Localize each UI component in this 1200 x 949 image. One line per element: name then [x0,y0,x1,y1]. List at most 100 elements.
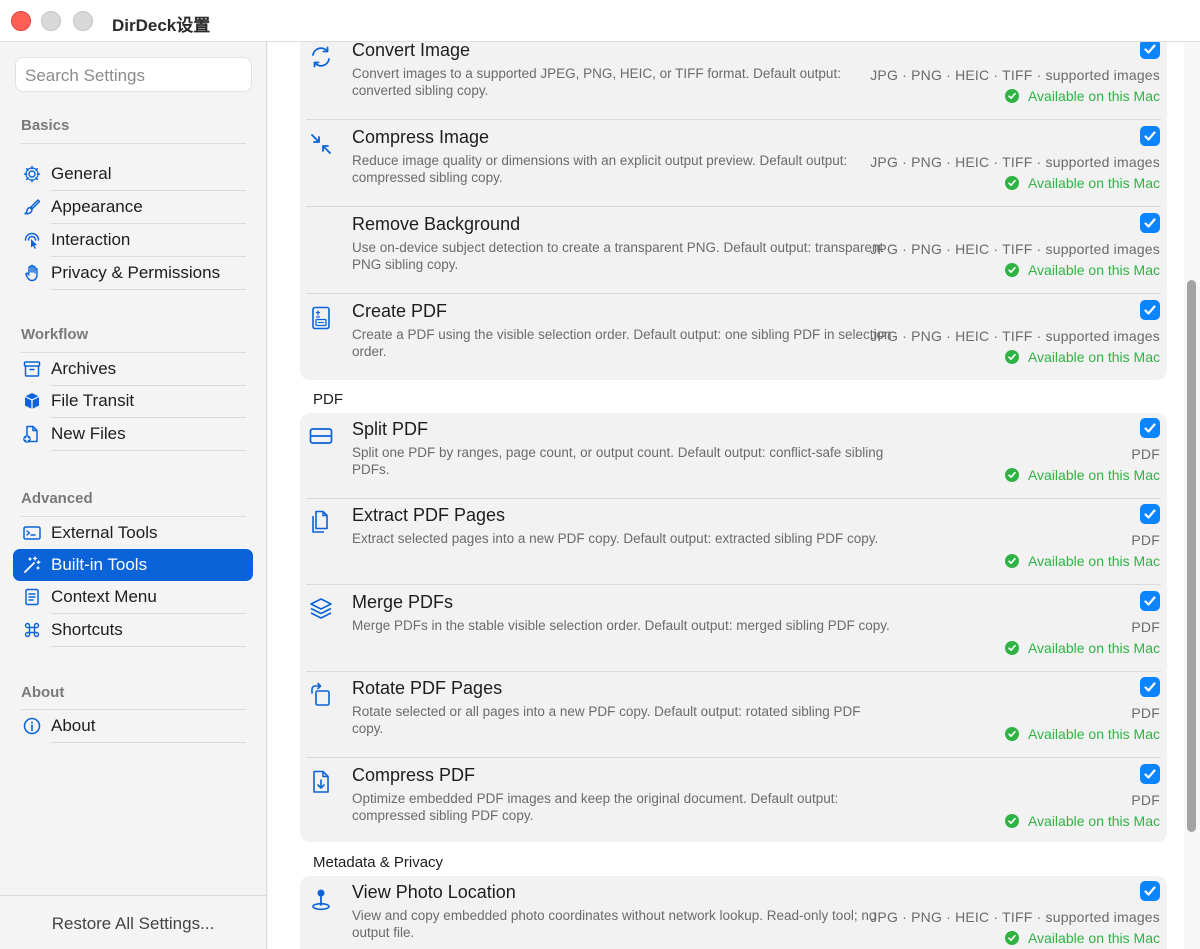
close-window-button[interactable] [11,11,31,31]
tool-title: Compress Image [352,127,490,147]
sidebar-item-external-tools[interactable]: External Tools [13,517,253,550]
enable-checkbox[interactable] [1140,591,1160,611]
availability-status: Available on this Mac [1004,553,1160,569]
supported-formats: JPG · PNG · HEIC · TIFF · supported imag… [870,67,1160,83]
tool-description: Extract selected pages into a new PDF co… [352,531,879,546]
checkmark-icon [1144,305,1156,315]
availability-status: Available on this Mac [1004,262,1160,278]
tool-title: Split PDF [352,419,429,439]
enable-checkbox[interactable] [1140,126,1160,146]
hand-raised-icon [25,264,38,282]
sidebar-item-privacy[interactable]: Privacy & Permissions [13,257,253,290]
tool-title: Merge PDFs [352,592,454,612]
section-title-basics: Basics [21,117,70,134]
tool-row-convert-image: Convert Image Convert images to a suppor… [300,34,1167,120]
sidebar-item-interaction[interactable]: Interaction [13,224,253,257]
sidebar-item-builtin-tools[interactable]: Built-in Tools [13,549,253,581]
command-key-icon [24,622,40,638]
enable-checkbox[interactable] [1140,39,1160,59]
document-download-icon [313,770,329,793]
tool-row-rotate-pdf-pages: Rotate PDF Pages Rotate selected or all … [300,672,1167,758]
supported-formats: JPG · PNG · HEIC · TIFF · supported imag… [870,154,1160,170]
sidebar-item-shortcuts[interactable]: Shortcuts [13,614,253,647]
sidebar-item-context-menu[interactable]: Context Menu [13,581,253,614]
sidebar-item-general[interactable]: General [13,158,253,191]
check-circle-icon [1004,554,1019,568]
tool-title: Create PDF [352,301,448,321]
sidebar-item-archives[interactable]: Archives [13,353,253,386]
check-circle-icon [1004,89,1019,103]
tool-description: Use on-device subject detection to creat… [352,240,884,272]
enable-checkbox[interactable] [1140,881,1160,901]
zoom-window-button[interactable] [73,11,93,31]
checkmark-icon [1144,509,1156,519]
checkmark-icon [1144,682,1156,692]
checkmark-icon [1144,596,1156,606]
enable-checkbox[interactable] [1140,213,1160,233]
sidebar-item-label: Shortcuts [51,620,123,639]
tool-description: Optimize embedded PDF images and keep th… [352,791,839,823]
tool-title: Rotate PDF Pages [352,678,503,698]
archive-box-icon [23,361,41,377]
sidebar-item-about[interactable]: About [13,710,253,743]
copy-documents-icon [312,510,328,533]
scroll-thumb[interactable] [1187,280,1196,832]
availability-status: Available on this Mac [1004,930,1160,946]
enable-checkbox[interactable] [1140,504,1160,524]
section-title-workflow: Workflow [21,326,89,343]
group-label-pdf: PDF [313,391,343,408]
group-label-metadata: Metadata & Privacy [313,854,444,871]
section-divider [21,143,246,144]
tool-title: Convert Image [352,40,471,60]
settings-window: DirDeck设置 Search Settings Basics General… [0,0,1200,949]
enable-checkbox[interactable] [1140,300,1160,320]
new-document-icon [23,425,38,443]
check-circle-icon [1004,350,1019,364]
magic-wand-icon [24,556,41,573]
window-title: DirDeck设置 [112,16,211,35]
sidebar-item-label: General [51,164,112,183]
availability-status: Available on this Mac [1004,640,1160,656]
supported-formats: JPG · PNG · HEIC · TIFF · supported imag… [870,328,1160,344]
sidebar-divider [0,895,266,896]
sidebar-item-new-files[interactable]: New Files [13,418,253,451]
availability-status: Available on this Mac [1004,813,1160,829]
check-circle-icon [1004,176,1019,190]
check-circle-icon [1004,931,1019,945]
sidebar-item-label: External Tools [51,523,158,542]
tool-row-extract-pdf-pages: Extract PDF Pages Extract selected pages… [300,499,1167,585]
checkmark-icon [1144,44,1156,54]
sidebar-item-label: Privacy & Permissions [51,263,221,282]
search-settings-field[interactable]: Search Settings [15,57,252,92]
metadata-tools-group: View Photo Location View and copy embedd… [300,876,1167,949]
terminal-icon [23,526,41,540]
tool-row-remove-background: Remove Background Use on-device subject … [300,208,1167,294]
content-scrollbar[interactable] [1184,42,1200,949]
section-title-about: About [21,684,65,701]
availability-status: Available on this Mac [1004,726,1160,742]
checkmark-icon [1144,423,1156,433]
split-rectangle-icon [309,428,333,444]
sidebar-item-label: Context Menu [51,587,157,606]
restore-all-settings-button[interactable]: Restore All Settings... [0,914,266,934]
tool-title: Extract PDF Pages [352,505,506,525]
availability-label: Available on this Mac [1027,262,1160,278]
supported-formats: JPG · PNG · HEIC · TIFF · supported imag… [870,241,1160,257]
stacked-layers-icon [310,598,332,619]
sidebar-item-label: About [51,716,96,735]
availability-label: Available on this Mac [1027,349,1160,365]
sidebar-item-appearance[interactable]: Appearance [13,191,253,224]
minimize-window-button[interactable] [41,11,61,31]
enable-checkbox[interactable] [1140,764,1160,784]
tool-description: View and copy embedded photo coordinates… [352,908,877,940]
tool-description: Convert images to a supported JPEG, PNG,… [352,66,841,98]
sidebar-item-label: Built-in Tools [51,555,148,574]
location-pin-icon [312,889,330,911]
tool-row-create-pdf: Create PDF Create a PDF using the visibl… [300,295,1167,381]
sidebar-item-label: File Transit [51,391,135,410]
enable-checkbox[interactable] [1140,677,1160,697]
enable-checkbox[interactable] [1140,418,1160,438]
sidebar-item-file-transit[interactable]: File Transit [13,385,253,418]
tool-title: Remove Background [352,214,521,234]
tool-row-compress-pdf: Compress PDF Optimize embedded PDF image… [300,759,1167,845]
